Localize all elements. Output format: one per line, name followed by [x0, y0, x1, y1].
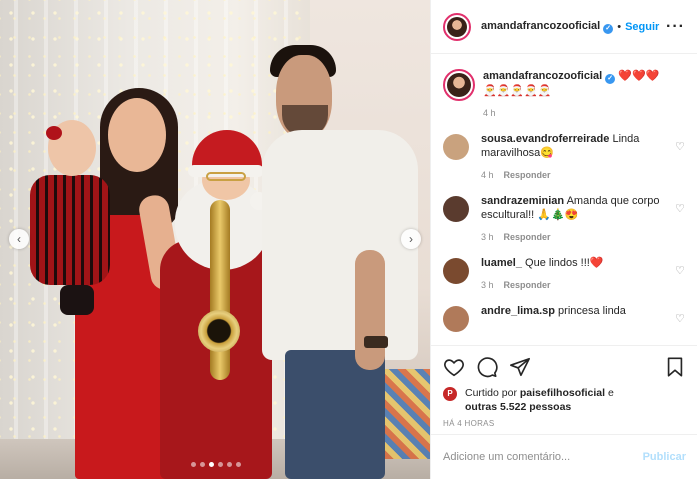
- comment-item: andre_lima.sp princesa linda ♡: [443, 304, 686, 332]
- baby-legs: [60, 285, 94, 315]
- reply-button[interactable]: Responder: [504, 232, 551, 242]
- caption-text-line1: ❤️❤️❤️: [618, 70, 660, 82]
- commenter-avatar[interactable]: [443, 258, 469, 284]
- woman-face: [108, 98, 166, 172]
- comment-like-heart-icon[interactable]: ♡: [675, 266, 686, 277]
- liker-avatar[interactable]: P: [443, 387, 457, 401]
- comment-time: 4 h: [481, 170, 494, 180]
- caption-avatar[interactable]: [443, 69, 475, 101]
- comment-time: 3 h: [481, 232, 494, 242]
- commenter-avatar[interactable]: [443, 134, 469, 160]
- liker-username[interactable]: paisefilhosoficial: [520, 387, 605, 399]
- commenter-username[interactable]: andre_lima.sp: [481, 305, 555, 317]
- post-actions: P Curtido por paisefilhosoficial e outra…: [431, 345, 697, 428]
- likes-prefix: Curtido por: [465, 387, 517, 399]
- commenter-username[interactable]: sandrazeminian: [481, 195, 564, 207]
- header-separator: •: [617, 20, 622, 33]
- man-arm: [355, 250, 385, 370]
- caption-text-line2: 🎅🎅🎅🎅🎅: [483, 85, 552, 97]
- comment-like-heart-icon[interactable]: ♡: [675, 314, 686, 325]
- carousel-dot: [236, 462, 241, 467]
- caption-username[interactable]: amandafrancozooficial: [483, 70, 602, 82]
- comment-time: 3 h: [481, 280, 494, 290]
- share-icon[interactable]: [509, 356, 531, 378]
- saxophone: [210, 200, 230, 380]
- comments-list[interactable]: amandafrancozooficial ✓ ❤️❤️❤️ 🎅🎅🎅🎅🎅 4 h …: [431, 55, 697, 345]
- carousel-dot: [209, 462, 214, 467]
- baby-red-bow: [46, 126, 62, 140]
- author-avatar[interactable]: [443, 12, 471, 41]
- comment-text: Que lindos !!!❤️: [525, 257, 604, 269]
- add-comment-bar: Adicione um comentário... Publicar: [431, 434, 697, 479]
- comment-input[interactable]: Adicione um comentário...: [443, 451, 570, 463]
- carousel-dot: [227, 462, 232, 467]
- publish-button[interactable]: Publicar: [643, 451, 686, 463]
- carousel-next-button[interactable]: ›: [401, 229, 421, 249]
- verified-badge-icon: ✓: [603, 23, 614, 34]
- commenter-username[interactable]: sousa.evandroferreirade: [481, 133, 609, 145]
- caption: amandafrancozooficial ✓ ❤️❤️❤️ 🎅🎅🎅🎅🎅 4 h: [443, 69, 686, 120]
- comment-item: sandrazeminian Amanda que corpo escultur…: [443, 194, 686, 244]
- man-watch: [364, 336, 388, 348]
- follow-button[interactable]: Seguir: [625, 21, 659, 33]
- post-photo[interactable]: ‹ ›: [0, 0, 430, 479]
- comment-item: luamel_ Que lindos !!!❤️ 3 h Responder ♡: [443, 256, 686, 292]
- likes-middle: e: [608, 387, 614, 399]
- commenter-username[interactable]: luamel_: [481, 257, 522, 269]
- man-white-shirt: [262, 130, 418, 360]
- santa-glasses: [206, 172, 246, 181]
- bookmark-icon[interactable]: [664, 356, 686, 378]
- baby-plaid-dress: [30, 175, 110, 285]
- commenter-avatar[interactable]: [443, 196, 469, 222]
- comment-like-heart-icon[interactable]: ♡: [675, 204, 686, 215]
- carousel-dots: [191, 462, 241, 467]
- carousel-prev-button[interactable]: ‹: [9, 229, 29, 249]
- saxophone-bell: [198, 310, 240, 352]
- comment-text: princesa linda: [558, 305, 626, 317]
- chevron-left-icon: ‹: [17, 232, 21, 246]
- carousel-dot: [191, 462, 196, 467]
- verified-badge-icon: ✓: [605, 74, 616, 84]
- heart-icon[interactable]: [443, 356, 465, 378]
- comment-like-heart-icon[interactable]: ♡: [675, 142, 686, 153]
- likes-summary: P Curtido por paisefilhosoficial e outra…: [443, 386, 686, 414]
- post-timestamp: HÁ 4 HORAS: [443, 419, 495, 428]
- more-options-icon[interactable]: ···: [666, 18, 685, 36]
- author-username[interactable]: amandafrancozooficial ✓: [481, 20, 614, 34]
- carousel-dot: [218, 462, 223, 467]
- likes-others-link[interactable]: outras 5.522 pessoas: [465, 401, 571, 413]
- carousel-dot: [200, 462, 205, 467]
- reply-button[interactable]: Responder: [504, 170, 551, 180]
- reply-button[interactable]: Responder: [504, 280, 551, 290]
- comment-item: sousa.evandroferreirade Linda maravilhos…: [443, 132, 686, 182]
- caption-time: 4 h: [483, 108, 496, 118]
- chevron-right-icon: ›: [409, 232, 413, 246]
- comment-icon[interactable]: [476, 356, 498, 378]
- post-side-panel: amandafrancozooficial ✓ • Seguir ··· aman…: [430, 0, 697, 479]
- commenter-avatar[interactable]: [443, 306, 469, 332]
- post-header: amandafrancozooficial ✓ • Seguir ···: [431, 0, 697, 54]
